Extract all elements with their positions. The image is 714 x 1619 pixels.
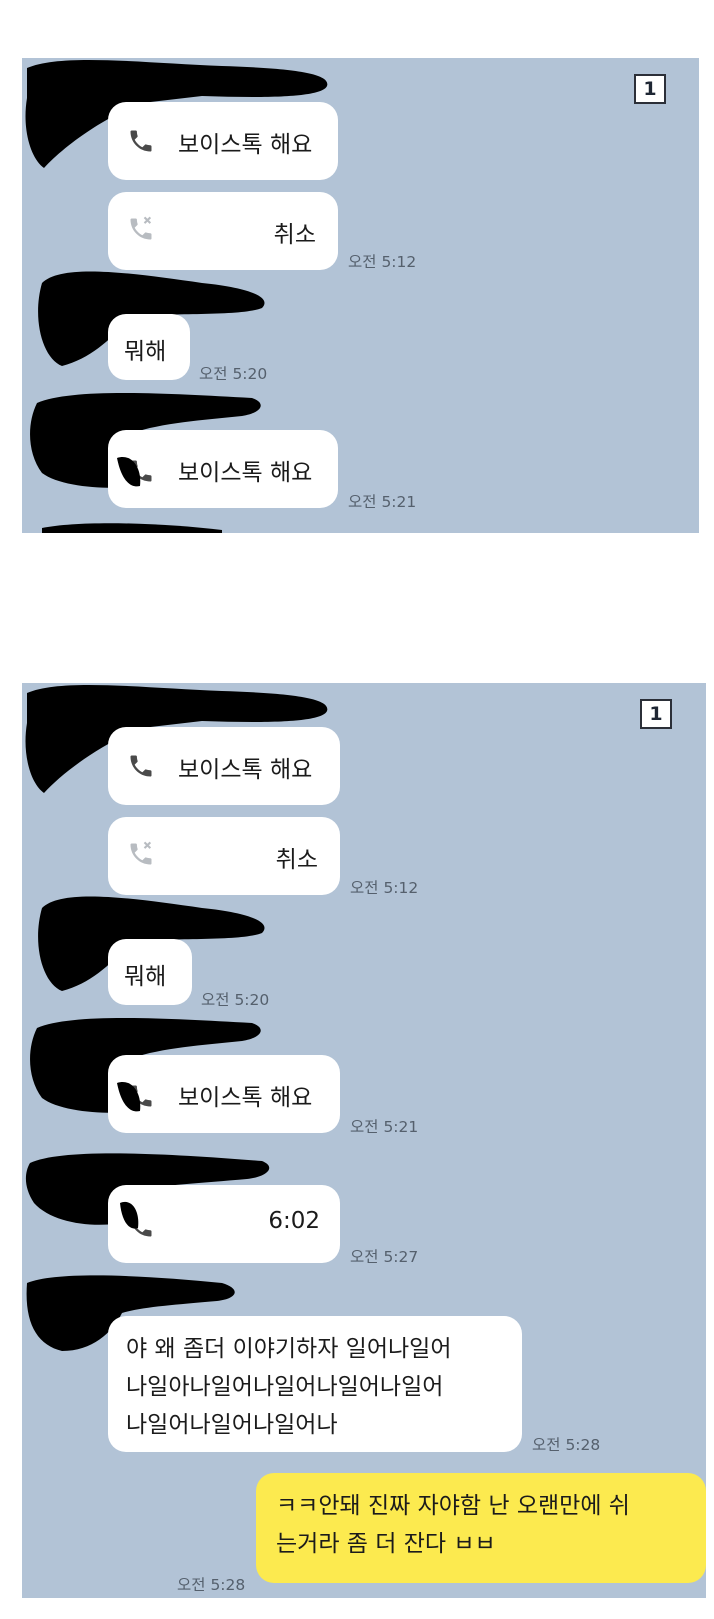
message-timestamp: 오전 5:20: [201, 991, 270, 1009]
call-label: 보이스톡 해요: [178, 1085, 313, 1111]
unread-count-badge: 1: [634, 74, 666, 104]
message-timestamp: 오전 5:27: [350, 1248, 419, 1266]
message-text: 뭐해: [124, 339, 167, 365]
message-text: 뭐해: [124, 964, 167, 990]
outgoing-message-bubble[interactable]: ㅋㅋ안돼 진짜 자야함 난 오랜만에 쉬 는거라 좀 더 잔다 ㅂㅂ: [256, 1473, 706, 1583]
message-timestamp: 오전 5:20: [199, 365, 268, 383]
text-message-bubble[interactable]: 뭐해: [108, 939, 192, 1005]
message-timestamp: 오전 5:12: [348, 253, 417, 271]
call-duration: 6:02: [268, 1208, 320, 1234]
call-label: 보이스톡 해요: [178, 460, 313, 486]
voice-call-bubble[interactable]: 보이스톡 해요: [108, 727, 340, 805]
voice-call-bubble[interactable]: 보이스톡 해요: [108, 102, 338, 180]
unread-count-badge: 1: [640, 699, 672, 729]
message-text: 야 왜 좀더 이야기하자 일어나일어 나일아나일어나일어나일어나일어 나일어나일…: [126, 1336, 452, 1438]
call-label: 보이스톡 해요: [178, 757, 313, 783]
message-timestamp: 오전 5:28: [532, 1436, 601, 1454]
chat-screenshot-bottom: 1 보이스톡 해요 취소 오전 5:12 뭐해 오전 5:20 보이스톡 해요 …: [22, 683, 706, 1598]
message-timestamp: 오전 5:21: [348, 493, 417, 511]
chat-screenshot-top: 1 보이스톡 해요 취소 오전 5:12 뭐해 오전 5:20 보이스톡 해요 …: [22, 58, 699, 533]
phone-icon: [126, 1211, 156, 1241]
message-timestamp: 오전 5:21: [350, 1118, 419, 1136]
message-timestamp: 오전 5:28: [177, 1576, 246, 1594]
voice-call-bubble[interactable]: 보이스톡 해요: [108, 430, 338, 508]
phone-icon: [126, 751, 156, 781]
voice-call-duration-bubble[interactable]: 6:02: [108, 1185, 340, 1263]
voice-call-bubble[interactable]: 보이스톡 해요: [108, 1055, 340, 1133]
phone-icon: [126, 126, 156, 156]
call-label: 취소: [273, 222, 316, 248]
cancelled-call-bubble[interactable]: 취소: [108, 192, 338, 270]
cancelled-call-bubble[interactable]: 취소: [108, 817, 340, 895]
phone-icon: [126, 456, 156, 486]
call-label: 취소: [275, 847, 318, 873]
message-text: ㅋㅋ안돼 진짜 자야함 난 오랜만에 쉬 는거라 좀 더 잔다 ㅂㅂ: [276, 1493, 630, 1557]
text-message-bubble[interactable]: 야 왜 좀더 이야기하자 일어나일어 나일아나일어나일어나일어나일어 나일어나일…: [108, 1316, 522, 1452]
missed-call-icon: [126, 214, 156, 244]
missed-call-icon: [126, 839, 156, 869]
phone-icon: [126, 1081, 156, 1111]
call-label: 보이스톡 해요: [178, 132, 313, 158]
message-timestamp: 오전 5:12: [350, 879, 419, 897]
text-message-bubble[interactable]: 뭐해: [108, 314, 190, 380]
